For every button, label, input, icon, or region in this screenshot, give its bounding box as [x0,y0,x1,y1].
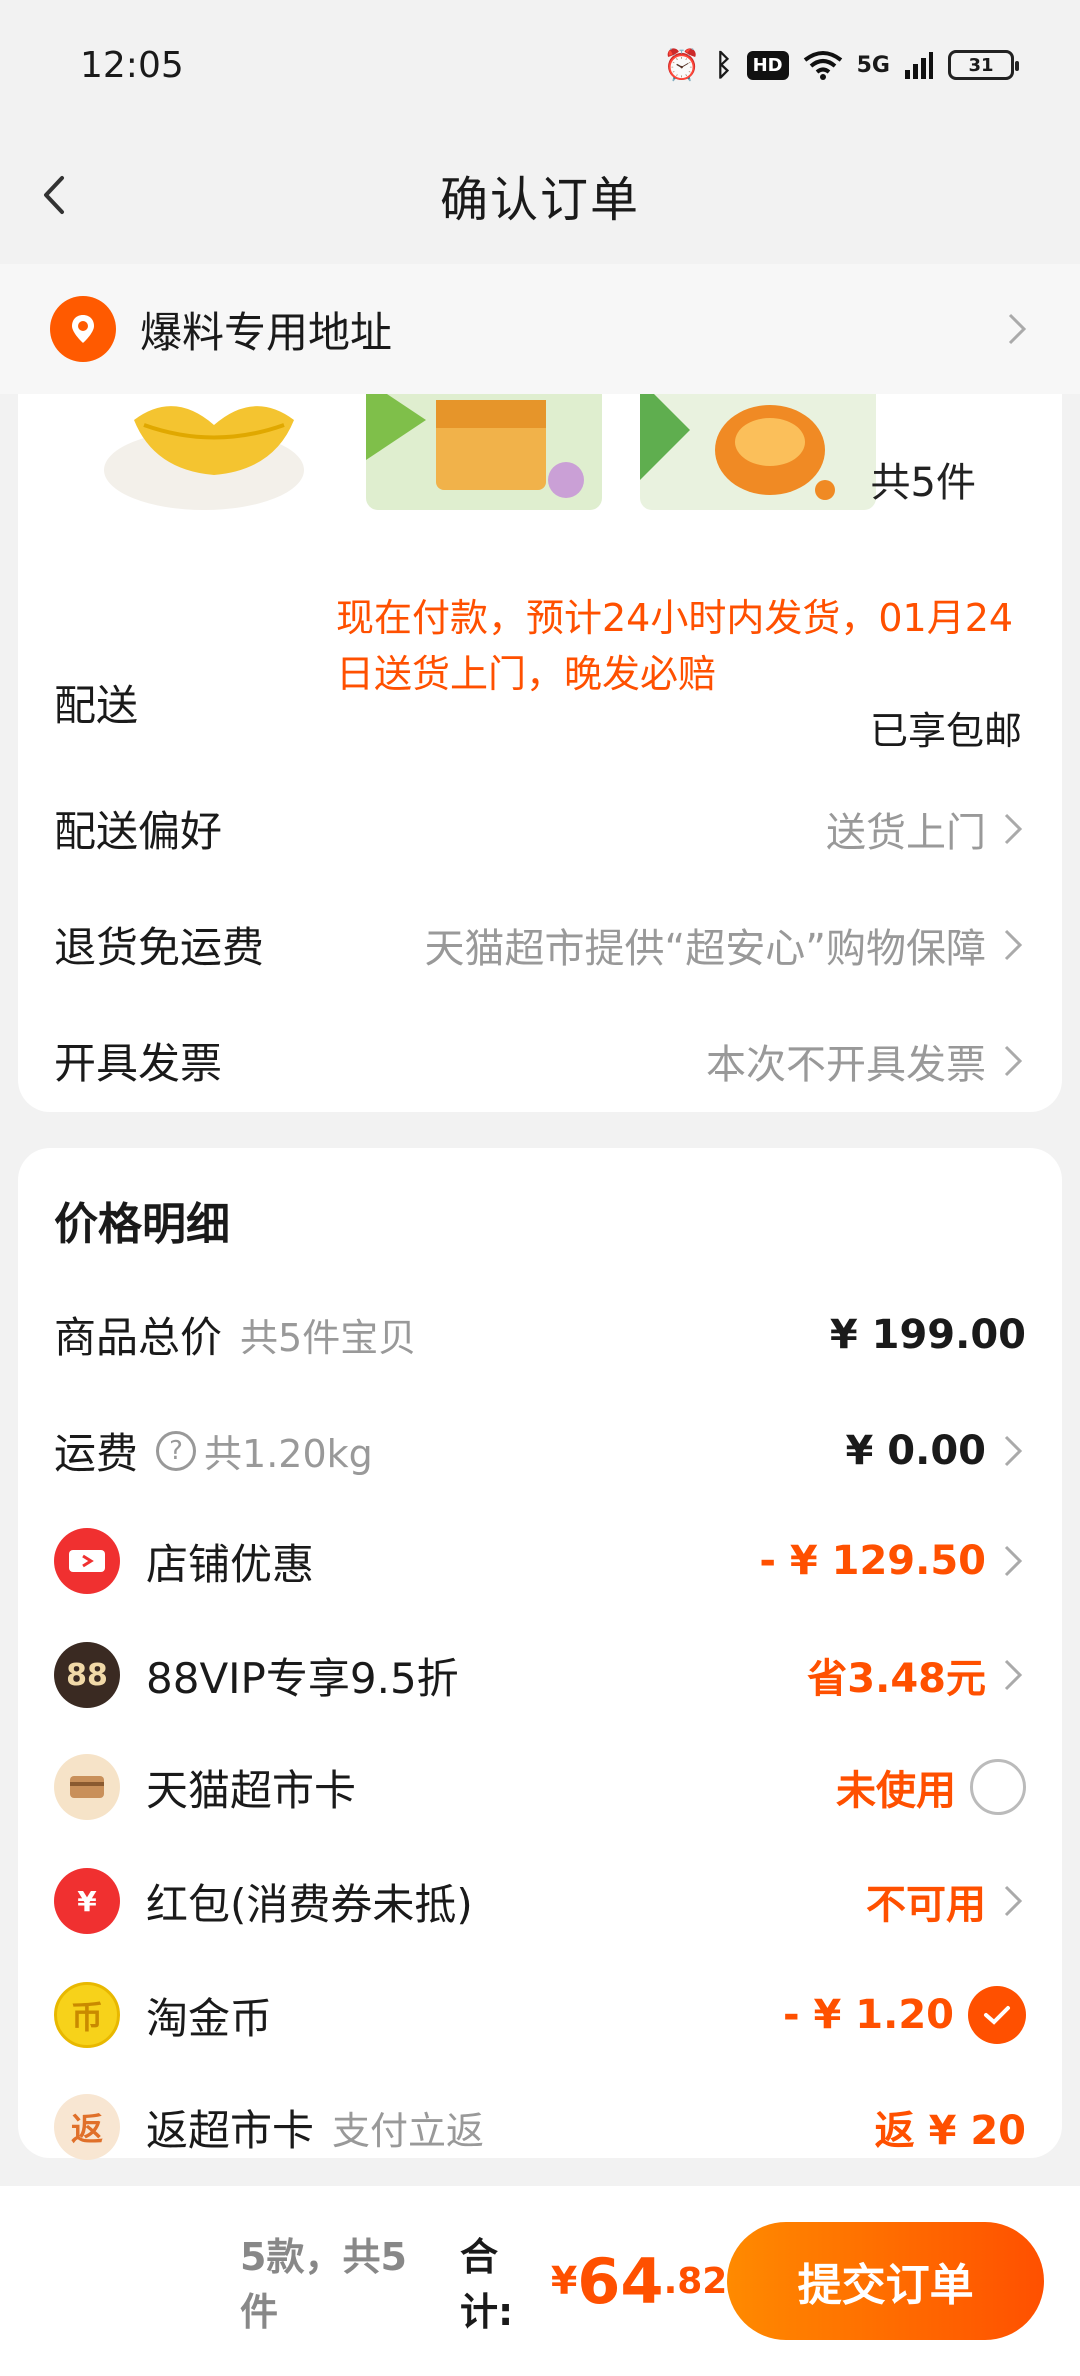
price-detail-title: 价格明细 [54,1199,230,1250]
market-card-row[interactable]: 天猫超市卡 未使用 [54,1754,1026,1820]
taojin-coin-value: - ¥ 1.20 [783,1986,1026,2044]
coin-icon: 币 [54,1982,120,2048]
status-time: 12:05 [80,44,184,86]
price-detail-card: 价格明细 商品总价 共5件宝贝 ¥ 199.00 运费 ? 共1.20kg ¥ … [18,1148,1062,2160]
market-card-value: 未使用 [836,1758,1026,1816]
red-packet-icon: ¥ [54,1868,120,1934]
vip-discount-row[interactable]: 88 88VIP专享9.5折 省3.48元 [54,1642,1026,1708]
store-coupon-icon [54,1528,120,1594]
chevron-right-icon [1004,813,1023,844]
chevron-right-icon [1004,1435,1023,1466]
invoice-row[interactable]: 开具发票 本次不开具发票 [54,1030,1026,1091]
delivery-preference-label: 配送偏好 [54,807,223,856]
red-packet-label: 红包(消费券未抵) [146,1879,473,1929]
store-discount-label: 店铺优惠 [146,1539,315,1589]
total-decimal: .82 [663,2260,728,2302]
shipping-fee-label: 运费 [54,1429,139,1478]
return-shipping-value: 天猫超市提供“超安心”购物保障 [425,916,1026,974]
red-packet-value: 不可用 [866,1872,1026,1930]
cashback-icon: 返 [54,2094,120,2160]
shipping-fee-value: ¥ 0.00 [846,1428,1026,1474]
alarm-icon: ⏰ [663,47,701,83]
battery-icon: 31 [948,50,1019,80]
vip-88-icon: 88 [54,1642,120,1708]
chevron-right-icon [1004,1545,1023,1577]
chevron-right-icon [1004,1045,1023,1076]
taojin-coin-amount: - ¥ 1.20 [783,1992,954,2038]
address-bar[interactable]: 爆料专用地址 [0,264,1080,394]
goods-total-row: 商品总价 共5件宝贝 ¥ 199.00 [54,1304,1026,1365]
goods-total-amount: ¥ 199.00 [829,1311,1026,1358]
total-integer: 64 [577,2244,664,2318]
delivery-note: 现在付款，预计24小时内发货，01月24日送货上门，晚发必赔 [336,596,1014,696]
market-card-radio[interactable] [970,1759,1026,1815]
return-shipping-row[interactable]: 退货免运费 天猫超市提供“超安心”购物保障 [54,914,1026,975]
red-packet-row[interactable]: ¥ 红包(消费券未抵) 不可用 [54,1868,1026,1934]
chevron-right-icon [1004,929,1023,960]
shipping-fee-amount: ¥ 0.00 [845,1427,986,1474]
hd-icon: HD [746,50,789,80]
address-text: 爆料专用地址 [140,307,393,357]
cashback-label: 返超市卡 [146,2105,315,2155]
invoice-label: 开具发票 [54,1039,223,1088]
taojin-coin-row[interactable]: 币 淘金币 - ¥ 1.20 [54,1982,1026,2048]
order-info-card: 共5件 配送 现在付款，预计24小时内发货，01月24日送货上门，晚发必赔 已享… [18,300,1062,1112]
shipping-fee-row[interactable]: 运费 ? 共1.20kg ¥ 0.00 [54,1420,1026,1481]
store-discount-row[interactable]: 店铺优惠 - ¥ 129.50 [54,1528,1026,1594]
chevron-right-icon [1004,1885,1023,1917]
market-card-status: 未使用 [836,1768,956,1814]
signal-icon [904,50,934,80]
bluetooth-icon: ᛒ [714,47,733,83]
nav-bar: 确认订单 [0,130,1080,260]
cashback-amount: 返 ¥ 20 [874,2108,1026,2154]
vip-discount-label: 88VIP专享9.5折 [146,1653,459,1703]
total-currency: ¥ [550,2259,578,2303]
goods-total-label: 商品总价 [54,1313,223,1362]
store-discount-value: - ¥ 129.50 [759,1538,1026,1584]
market-card-label: 天猫超市卡 [146,1765,357,1815]
delivery-preference-value: 送货上门 [826,800,1026,858]
delivery-preference-row[interactable]: 配送偏好 送货上门 [54,798,1026,859]
free-shipping-text: 已享包邮 [869,709,1022,753]
vip-discount-amount: 省3.48元 [807,1656,986,1702]
cashback-row: 返 返超市卡 支付立返 返 ¥ 20 [54,2094,1026,2160]
goods-total-value: ¥ 199.00 [830,1312,1026,1358]
cashback-sub: 支付立返 [332,2108,485,2153]
total-label: 合计: [460,2235,514,2334]
submit-order-button[interactable]: 提交订单 [727,2222,1044,2340]
taojin-coin-label: 淘金币 [146,1993,273,2043]
chevron-right-icon [1008,313,1027,345]
item-image-dumplings[interactable] [104,380,340,510]
cashback-value: 返 ¥ 20 [875,2098,1026,2156]
return-shipping-text: 天猫超市提供“超安心”购物保障 [424,925,986,972]
checked-icon[interactable] [968,1986,1026,2044]
help-icon[interactable]: ? [156,1430,197,1471]
red-packet-status: 不可用 [866,1882,986,1928]
network-5g-icon: 5G [856,52,890,78]
item-image-pastry[interactable] [640,380,876,510]
goods-total-sub: 共5件宝贝 [240,1316,417,1360]
wifi-icon [803,50,843,80]
market-card-icon [54,1754,120,1820]
back-arrow-icon[interactable] [32,170,82,220]
delivery-label: 配送 [54,681,139,730]
status-bar: 12:05 ⏰ ᛒ HD 5G 31 [0,0,1080,130]
location-pin-icon [50,296,116,362]
page-title: 确认订单 [439,172,640,228]
invoice-text: 本次不开具发票 [706,1041,986,1088]
store-discount-amount: - ¥ 129.50 [759,1538,986,1584]
item-image-cake[interactable] [366,380,602,510]
item-thumbnails[interactable]: 共5件 [48,380,1048,510]
shipping-weight: 共1.20kg [204,1432,373,1476]
item-summary: 5款，共5件 [240,2235,407,2334]
chevron-right-icon [1004,1659,1023,1691]
item-quantity: 共5件 [870,460,976,506]
checkout-bar: 5款，共5件 合计: ¥ 64 .82 提交订单 [0,2186,1080,2376]
delivery-preference-text: 送货上门 [826,809,986,856]
vip-discount-value: 省3.48元 [807,1646,1026,1704]
return-shipping-label: 退货免运费 [54,923,265,972]
invoice-value: 本次不开具发票 [706,1032,1026,1090]
status-icons: ⏰ ᛒ HD 5G 31 [663,47,1019,83]
